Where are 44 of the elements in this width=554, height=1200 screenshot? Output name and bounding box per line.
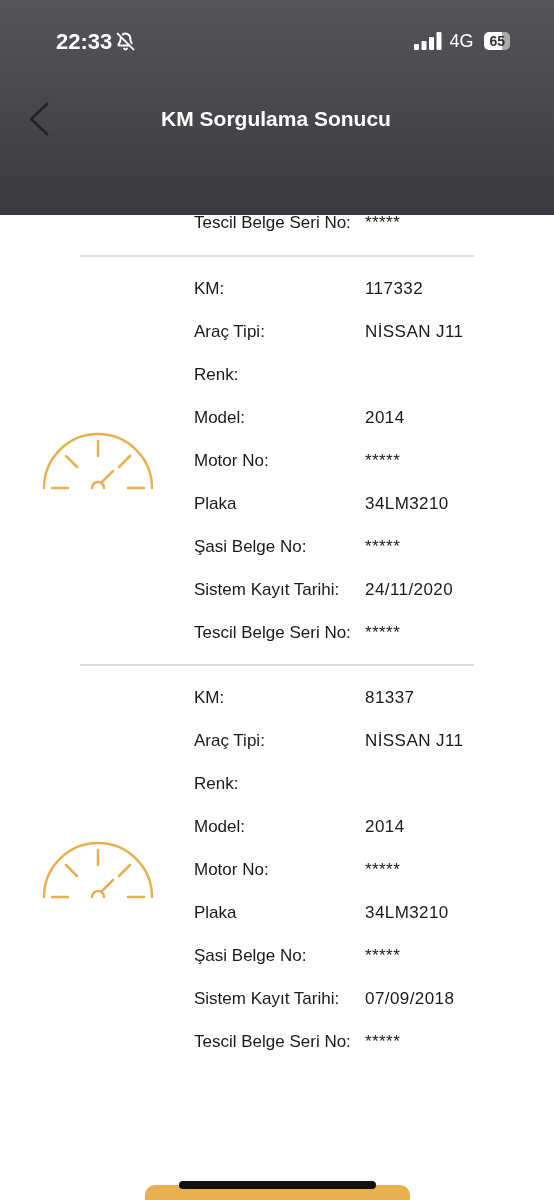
field-value: ***** [365, 449, 401, 472]
field-label: KM: [194, 277, 226, 300]
field-value: ***** [365, 858, 401, 881]
field-value: ***** [365, 535, 401, 558]
speedometer-icon [42, 430, 154, 491]
field-label: Renk: [194, 363, 240, 386]
field-value: 34LM3210 [365, 492, 449, 515]
field-value: ***** [365, 212, 401, 235]
field-value: ***** [365, 944, 401, 967]
field-value: 81337 [365, 686, 415, 709]
field-label: Model: [194, 406, 247, 429]
network-type: 4G [449, 29, 474, 53]
field-label: Tescil Belge Seri No: [194, 1030, 352, 1053]
field-value: 34LM3210 [365, 901, 449, 924]
field-label: Motor No: [194, 449, 270, 472]
page-title: KM Sorgulama Sonucu [161, 106, 392, 133]
field-label: Model: [194, 815, 247, 838]
field-value: 2014 [365, 406, 405, 429]
field-value: NİSSAN J11 [365, 320, 464, 343]
field-label: Tescil Belge Seri No: [194, 621, 352, 644]
field-value: 2014 [365, 815, 405, 838]
field-value: 24/11/2020 [365, 578, 454, 601]
speedometer-icon [42, 839, 154, 900]
signal-icon [414, 32, 443, 50]
field-label: Tescil Belge Seri No: [194, 212, 352, 235]
battery-indicator: 65 [484, 32, 510, 50]
field-label: Araç Tipi: [194, 729, 266, 752]
field-label: Renk: [194, 772, 240, 795]
field-label: Sistem Kayıt Tarihi: [194, 987, 341, 1010]
field-value: NİSSAN J11 [365, 729, 464, 752]
field-label: Şasi Belge No: [194, 535, 308, 558]
status-time: 22:33 [56, 27, 113, 56]
mute-icon [116, 31, 136, 51]
field-label: Şasi Belge No: [194, 944, 308, 967]
field-value: ***** [365, 621, 401, 644]
field-value: 117332 [365, 277, 424, 300]
field-label: Araç Tipi: [194, 320, 266, 343]
field-label: KM: [194, 686, 226, 709]
field-label: Sistem Kayıt Tarihi: [194, 578, 341, 601]
field-label: Plaka [194, 492, 238, 515]
field-value: 07/09/2018 [365, 987, 455, 1010]
field-value: ***** [365, 1030, 401, 1053]
field-label: Plaka [194, 901, 238, 924]
field-label: Motor No: [194, 858, 270, 881]
